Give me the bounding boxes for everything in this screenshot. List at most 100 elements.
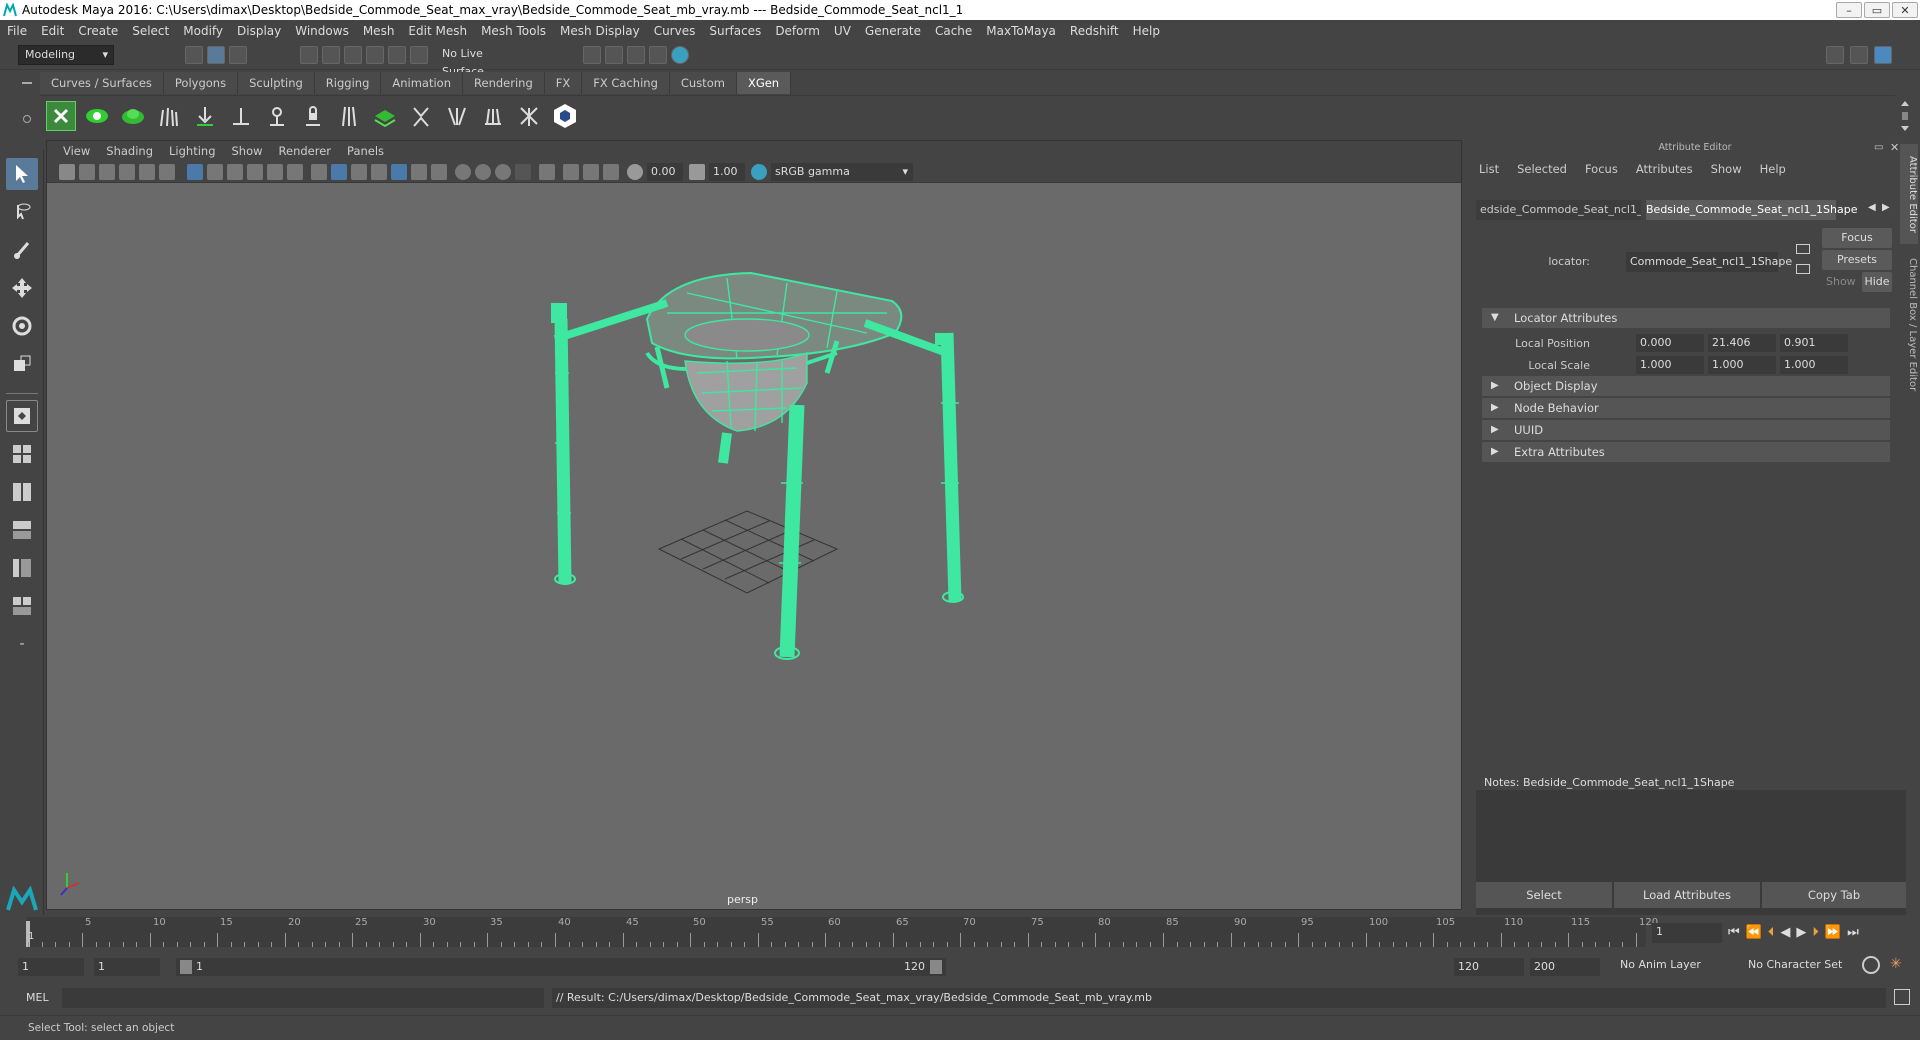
tab-xgen[interactable]: XGen [736, 72, 792, 94]
xgen-cut-icon[interactable] [514, 101, 544, 131]
use-default-material-icon[interactable] [351, 164, 367, 180]
lasso-tool-icon[interactable] [6, 196, 38, 228]
menu-surfaces[interactable]: Surfaces [702, 24, 768, 38]
go-to-end-icon[interactable]: ⏭ [1847, 925, 1859, 940]
local-position-z-field[interactable]: 0.901 [1780, 334, 1848, 352]
float-panel-icon[interactable]: ▭ [1874, 142, 1883, 153]
menu-curves[interactable]: Curves [647, 24, 703, 38]
side-tab-attribute-editor[interactable]: Attribute Editor [1900, 144, 1918, 244]
section-object-display[interactable]: ▶ Object Display [1482, 376, 1890, 396]
viewport-menu-lighting[interactable]: Lighting [161, 144, 223, 158]
close-button[interactable]: ✕ [1892, 2, 1918, 18]
current-frame-field[interactable]: 1 [1652, 923, 1722, 943]
gamma-icon[interactable] [689, 164, 705, 180]
menu-generate[interactable]: Generate [858, 24, 928, 38]
grease-pencil-icon[interactable] [159, 164, 175, 180]
go-to-start-icon[interactable]: ⏮ [1728, 925, 1740, 940]
hide-button[interactable]: Hide [1862, 272, 1892, 292]
range-end-handle[interactable] [930, 960, 942, 974]
menu-file[interactable]: File [0, 24, 34, 38]
scale-tool-icon[interactable] [6, 348, 38, 380]
step-back-key-icon[interactable]: ⏴ [1768, 925, 1775, 940]
viewport-menu-view[interactable]: View [55, 144, 98, 158]
maximize-button[interactable]: ▭ [1864, 2, 1890, 18]
select-hierarchy-icon[interactable] [185, 46, 203, 64]
snap-curve-icon[interactable] [322, 46, 340, 64]
viewport-menu-renderer[interactable]: Renderer [271, 144, 340, 158]
outliner-layout-icon[interactable] [6, 514, 38, 546]
menu-edit[interactable]: Edit [34, 24, 71, 38]
frame-selection-icon[interactable] [603, 164, 619, 180]
ae-menu-attributes[interactable]: Attributes [1627, 162, 1702, 176]
command-input[interactable] [62, 988, 544, 1008]
grid-icon[interactable] [187, 164, 203, 180]
select-button[interactable]: Select [1476, 882, 1612, 908]
copy-tab-button[interactable]: Copy Tab [1762, 882, 1906, 908]
image-plane-icon[interactable] [119, 164, 135, 180]
side-tab-channel-box[interactable]: Channel Box / Layer Editor [1900, 250, 1918, 400]
show-button[interactable]: Show [1826, 275, 1856, 288]
rotate-tool-icon[interactable] [6, 310, 38, 342]
camera-attributes-icon[interactable] [79, 164, 95, 180]
render-frame-icon[interactable] [605, 46, 623, 64]
tab-rigging[interactable]: Rigging [314, 72, 382, 94]
color-management-icon[interactable] [751, 164, 767, 180]
tab-rendering[interactable]: Rendering [463, 72, 545, 94]
xgen-eye-icon[interactable] [82, 101, 112, 131]
load-attributes-button[interactable]: Load Attributes [1614, 882, 1760, 908]
xgen-guide-icon[interactable] [226, 101, 256, 131]
render-settings-icon[interactable] [583, 46, 601, 64]
play-forward-icon[interactable]: ▶ [1796, 925, 1806, 940]
xgen-lock-icon[interactable] [298, 101, 328, 131]
menu-help[interactable]: Help [1126, 24, 1167, 38]
script-language-label[interactable]: MEL [26, 991, 49, 1004]
paint-select-tool-icon[interactable] [6, 234, 38, 266]
menu-set-dropdown[interactable]: Modeling ▾ [18, 45, 114, 65]
resolution-gate-icon[interactable] [227, 164, 243, 180]
menu-cache[interactable]: Cache [928, 24, 979, 38]
film-gate-icon[interactable] [207, 164, 223, 180]
play-backward-icon[interactable]: ◀ [1780, 925, 1790, 940]
minimize-button[interactable]: – [1836, 2, 1862, 18]
tab-prev-icon[interactable]: ◀ [1868, 202, 1876, 213]
local-position-x-field[interactable]: 0.000 [1636, 334, 1704, 352]
snap-grid-icon[interactable] [300, 46, 318, 64]
xgen-grass-icon[interactable] [154, 101, 184, 131]
tab-next-icon[interactable]: ▶ [1882, 202, 1890, 213]
tab-polygons[interactable]: Polygons [163, 72, 239, 94]
layout-more-icon[interactable]: - [6, 628, 38, 660]
select-tool-icon[interactable] [6, 158, 38, 190]
snap-point-icon[interactable] [344, 46, 362, 64]
xgen-comb-icon[interactable] [190, 101, 220, 131]
anim-layer-dropdown[interactable]: No Anim Layer [1620, 958, 1740, 971]
bookmark-icon[interactable] [99, 164, 115, 180]
tab-transform-node[interactable]: edside_Commode_Seat_ncl1_1 [1476, 200, 1641, 220]
character-set-dropdown[interactable]: No Character Set [1748, 958, 1868, 971]
menu-maxtomaya[interactable]: MaxToMaya [979, 24, 1063, 38]
snap-view-icon[interactable] [366, 46, 384, 64]
scene-view[interactable] [47, 183, 1461, 909]
view-transform-dropdown[interactable]: sRGB gamma ▾ [771, 163, 913, 181]
move-tool-icon[interactable] [6, 272, 38, 304]
step-back-icon[interactable]: ⏪ [1746, 925, 1762, 940]
ae-menu-list[interactable]: List [1470, 162, 1508, 176]
xray-joints-icon[interactable] [563, 164, 579, 180]
tab-fx-caching[interactable]: FX Caching [582, 72, 670, 94]
tab-animation[interactable]: Animation [381, 72, 464, 94]
shelf-scroll-icon[interactable] [1900, 100, 1910, 132]
hypershade-icon[interactable] [671, 46, 689, 64]
magnet-icon[interactable] [410, 46, 428, 64]
tab-custom[interactable]: Custom [669, 72, 737, 94]
menu-mesh-tools[interactable]: Mesh Tools [474, 24, 553, 38]
depth-of-field-icon[interactable] [515, 164, 531, 180]
render-view-icon[interactable] [649, 46, 667, 64]
section-locator-attributes[interactable]: ▼ Locator Attributes [1482, 308, 1890, 328]
node-name-field[interactable]: Commode_Seat_ncl1_1Shape [1626, 252, 1792, 272]
viewport-menu-shading[interactable]: Shading [98, 144, 161, 158]
menu-edit-mesh[interactable]: Edit Mesh [401, 24, 474, 38]
lights-icon[interactable] [411, 164, 427, 180]
presets-node-icon[interactable] [1796, 264, 1810, 274]
xgen-fork-icon[interactable] [442, 101, 472, 131]
tab-shape-node[interactable]: Bedside_Commode_Seat_ncl1_1Shape [1646, 200, 1857, 220]
menu-windows[interactable]: Windows [288, 24, 356, 38]
